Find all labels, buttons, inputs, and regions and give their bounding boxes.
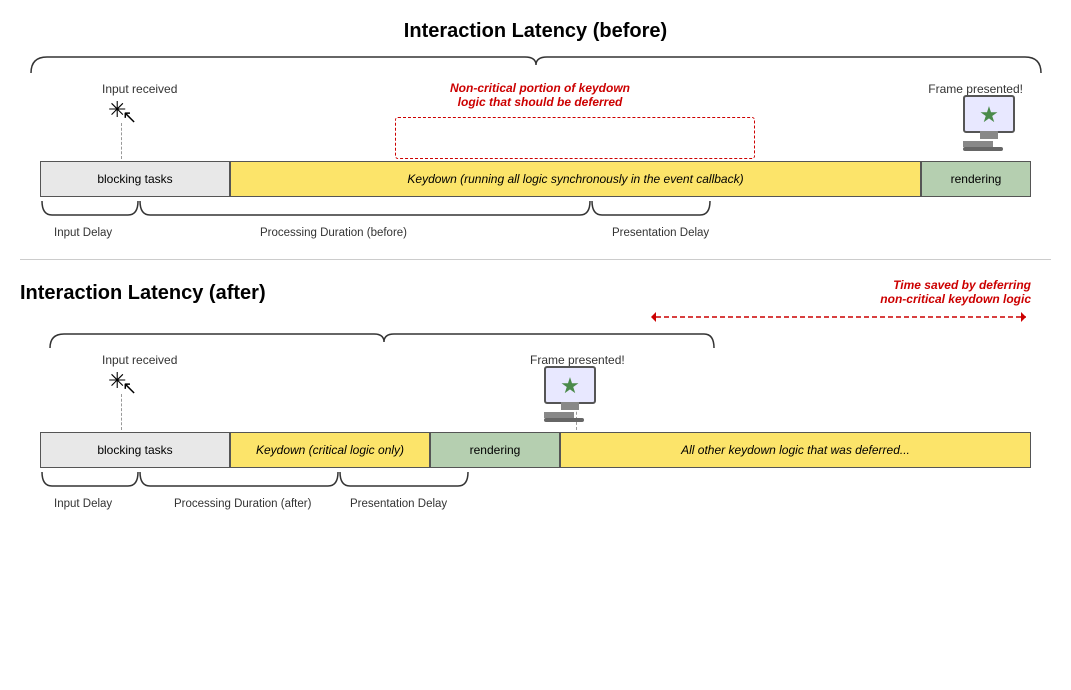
bottom-monitor: ★ <box>544 366 596 422</box>
top-processing-label: Processing Duration (before) <box>260 227 407 239</box>
top-labels-area: Input received ✳ ↖ Non-critical portion … <box>20 81 1051 161</box>
top-brace-area: Input Delay Processing Duration (before)… <box>40 197 1031 241</box>
bottom-section: Interaction Latency (after) Time saved b… <box>20 278 1051 512</box>
top-cursor-icon: ↖ <box>122 107 137 128</box>
top-star-icon: ★ <box>979 104 999 126</box>
bottom-deferred-block: All other keydown logic that was deferre… <box>560 432 1031 468</box>
top-input-label: Input received <box>102 81 177 96</box>
top-frame-label: Frame presented! <box>928 81 1023 96</box>
bottom-timeline: blocking tasks Keydown (critical logic o… <box>40 432 1031 468</box>
bottom-title: Interaction Latency (after) <box>20 282 266 305</box>
time-saved-label: Time saved by deferring non-critical key… <box>651 278 1031 306</box>
time-saved-area: Time saved by deferring non-critical key… <box>651 278 1031 328</box>
bottom-blocking-block: blocking tasks <box>40 432 230 468</box>
top-brace-svg <box>40 197 1031 241</box>
top-rendering-block: rendering <box>921 161 1031 197</box>
top-presentation-label: Presentation Delay <box>612 227 709 239</box>
bottom-labels-area: Input received ✳ ↖ Frame presented! ★ <box>20 352 1051 432</box>
bottom-input-label: Input received <box>102 352 177 367</box>
time-saved-arrow <box>651 306 1031 328</box>
bottom-brace-area: Input Delay Processing Duration (after) … <box>40 468 1031 512</box>
bottom-monitor-base <box>544 418 584 422</box>
bottom-cursor-icon: ↖ <box>122 378 137 399</box>
top-keydown-block: Keydown (running all logic synchronously… <box>230 161 921 197</box>
bottom-input-dashed-line <box>121 394 122 430</box>
top-monitor: ★ <box>963 95 1015 151</box>
section-divider <box>20 259 1051 260</box>
bottom-monitor-screen: ★ <box>544 366 596 404</box>
diagram-container: Interaction Latency (before) Input recei… <box>0 0 1071 690</box>
top-input-dashed-line <box>121 123 122 159</box>
bottom-star-icon: ★ <box>560 375 580 397</box>
bottom-main-brace <box>40 328 720 352</box>
bottom-frame-label: Frame presented! <box>530 352 625 367</box>
bottom-input-delay-label: Input Delay <box>54 498 112 510</box>
bottom-presentation-label: Presentation Delay <box>350 498 447 510</box>
bottom-rendering-block: rendering <box>430 432 560 468</box>
top-monitor-screen: ★ <box>963 95 1015 133</box>
top-section: Interaction Latency (before) Input recei… <box>20 20 1051 241</box>
top-monitor-base <box>963 147 1003 151</box>
top-input-delay-label: Input Delay <box>54 227 112 239</box>
top-noncritical-box <box>395 117 755 159</box>
top-main-brace <box>21 51 1051 81</box>
top-timeline: blocking tasks Keydown (running all logi… <box>40 161 1031 197</box>
top-noncritical-label: Non-critical portion of keydown logic th… <box>450 81 630 109</box>
bottom-processing-label: Processing Duration (after) <box>174 498 311 510</box>
top-title: Interaction Latency (before) <box>20 20 1051 43</box>
top-blocking-block: blocking tasks <box>40 161 230 197</box>
bottom-keydown-block: Keydown (critical logic only) <box>230 432 430 468</box>
